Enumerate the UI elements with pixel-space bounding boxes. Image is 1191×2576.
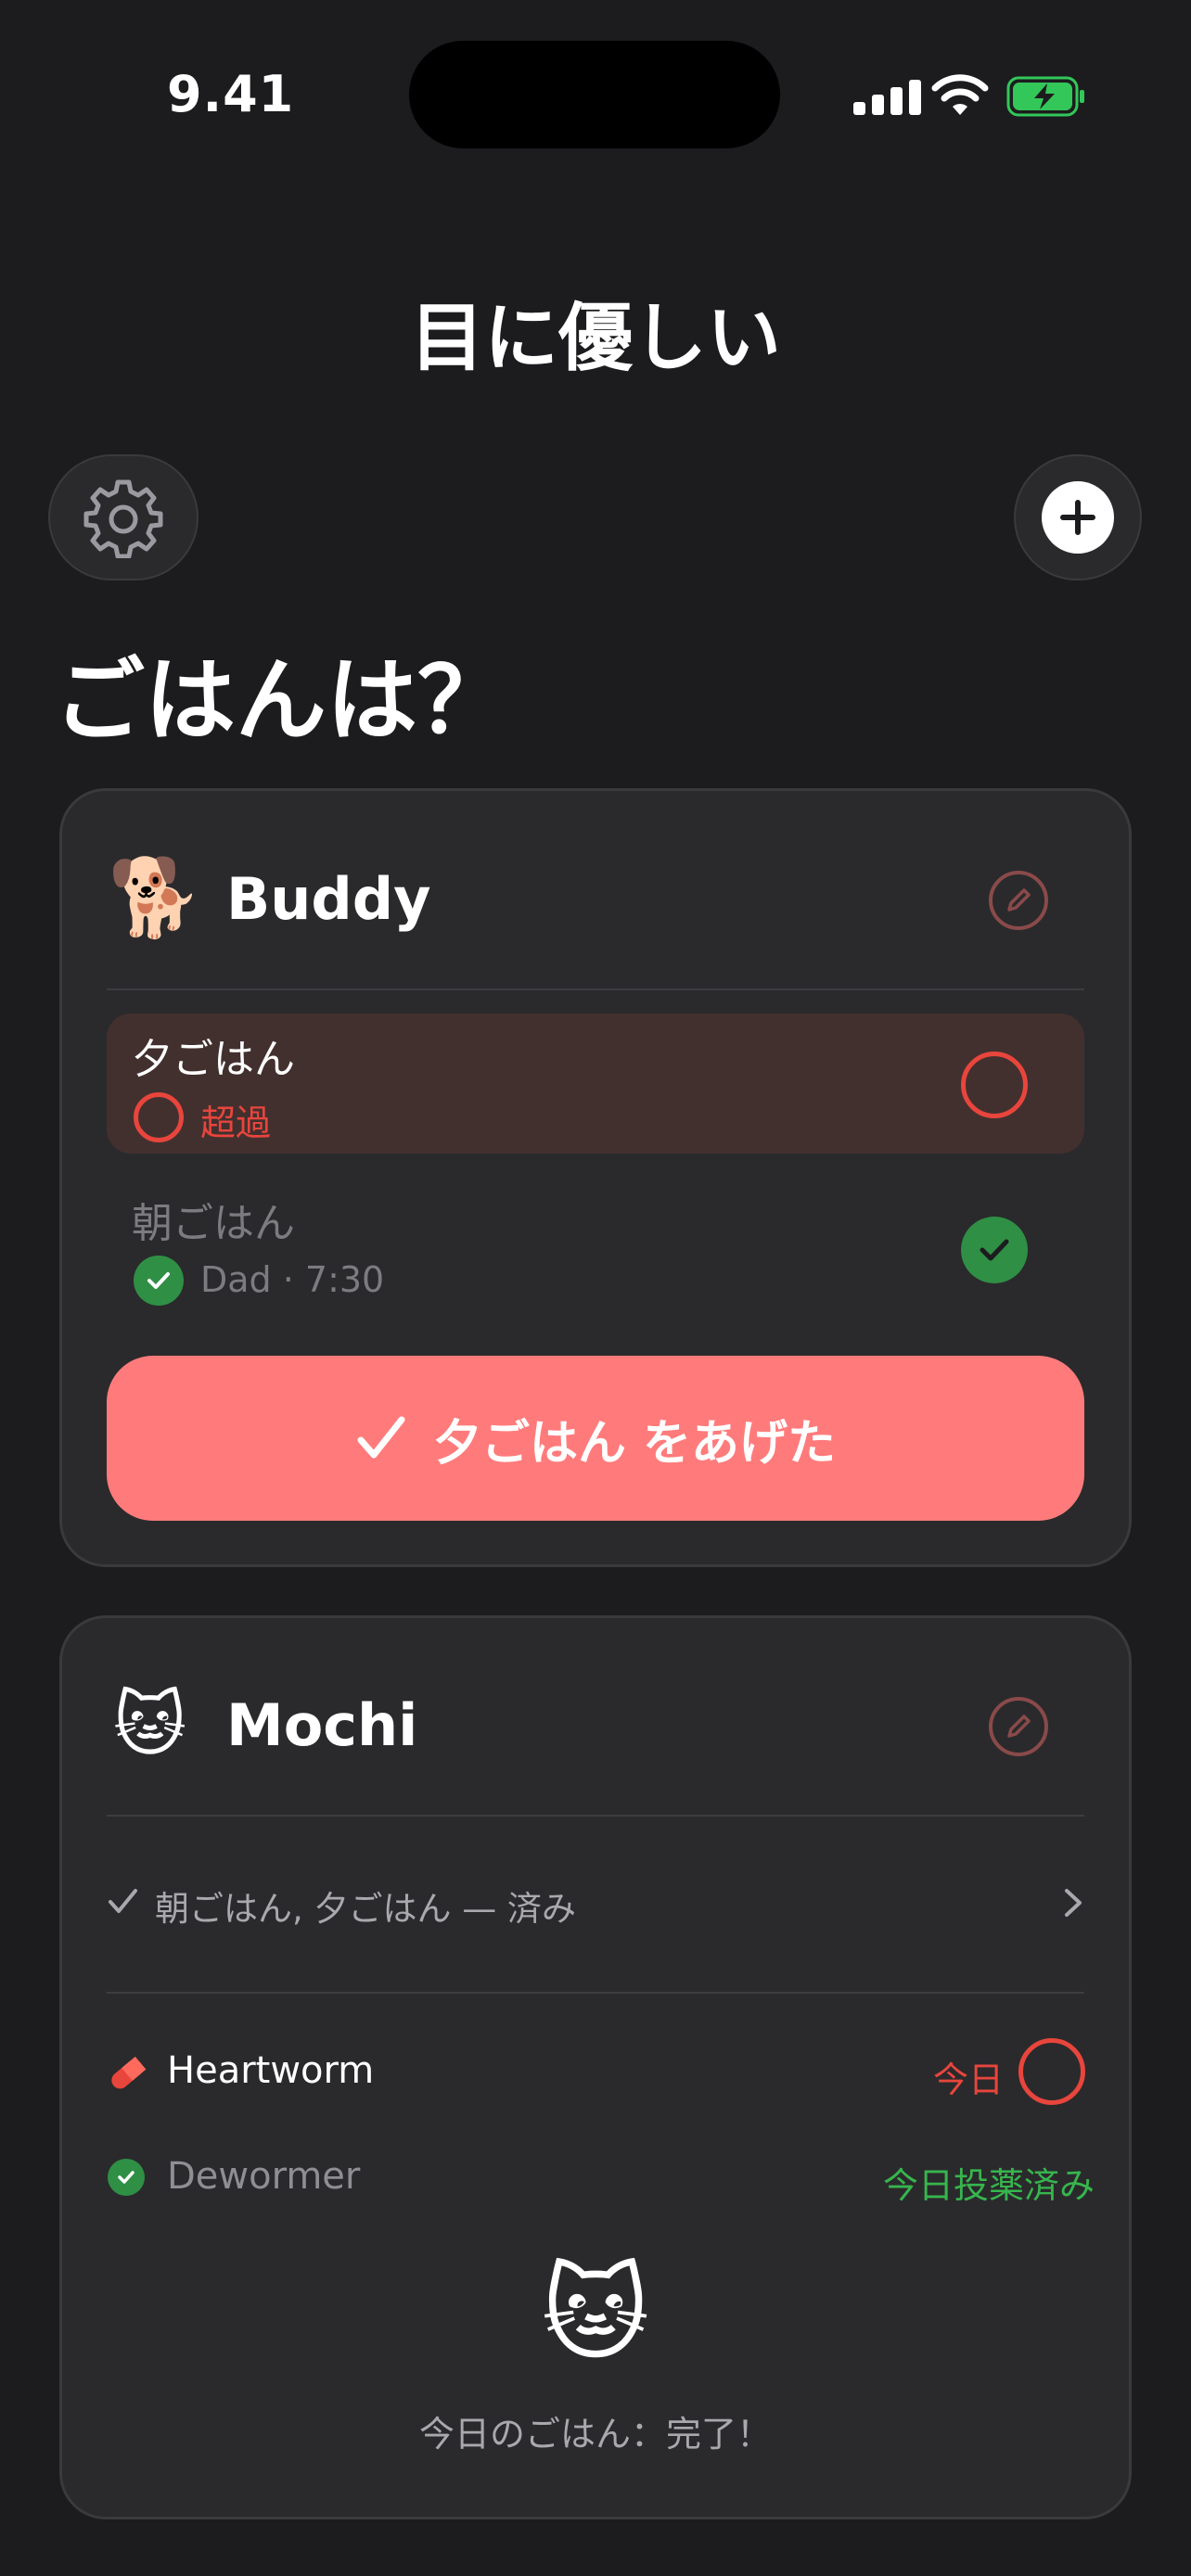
meal-checkbox[interactable] [961, 1052, 1028, 1118]
page-heading: ごはんは？ [54, 648, 509, 754]
medication-checkbox[interactable] [1018, 2038, 1085, 2105]
mark-fed-label: 夕ごはん をあげた [432, 1415, 837, 1472]
edit-pet-button[interactable] [989, 871, 1048, 930]
meal-status: 超過 [200, 1103, 272, 1143]
pencil-icon [1007, 888, 1031, 912]
pencil-icon [1007, 1715, 1031, 1738]
gear-icon [83, 479, 163, 558]
card-divider [107, 1992, 1084, 1994]
cellular-signal-icon [853, 80, 921, 115]
medication-name: Heartworm [167, 2049, 375, 2092]
app-title: 目に優しい [410, 295, 781, 381]
meal-label: 夕ごはん [132, 1036, 295, 1083]
meal-label: 朝ごはん [132, 1200, 295, 1247]
cat-emoji-icon: 🐱 [113, 1683, 187, 1766]
edit-pet-button[interactable] [989, 1697, 1048, 1756]
medication-status: 今日 [933, 2060, 1005, 2100]
overdue-status-icon [134, 1092, 184, 1142]
add-pet-button[interactable] [1014, 454, 1142, 580]
meal-status: Dad · 7:30 [200, 1259, 385, 1300]
status-time: 9.41 [167, 65, 295, 123]
settings-button[interactable] [48, 454, 198, 580]
checkmark-icon [357, 1416, 405, 1459]
medication-status: 今日投薬済み [883, 2165, 1095, 2206]
done-check-icon [134, 1256, 184, 1306]
pill-icon [111, 2056, 147, 2089]
medication-name: Dewormer [167, 2155, 361, 2198]
battery-charging-icon [1006, 76, 1084, 117]
dynamic-island [409, 41, 780, 148]
wifi-icon [931, 74, 989, 115]
card-divider [107, 1815, 1084, 1817]
plus-icon [1042, 481, 1114, 554]
meals-summary-row[interactable]: 朝ごはん, 夕ごはん — 済み [107, 1864, 1084, 1947]
completion-message: 今日のごはん：完了！ [418, 2414, 772, 2455]
dog-emoji-icon: 🐕 [108, 854, 203, 942]
pet-name: Buddy [226, 865, 431, 933]
cat-emoji-icon: 🐱 [541, 2254, 650, 2375]
checkmark-icon [109, 1889, 137, 1913]
pet-name: Mochi [226, 1691, 418, 1759]
meal-checkbox-checked[interactable] [961, 1217, 1028, 1283]
chevron-right-icon [1065, 1889, 1082, 1917]
mark-fed-button[interactable]: 夕ごはん をあげた [107, 1356, 1084, 1521]
meals-summary-text: 朝ごはん, 夕ごはん — 済み [155, 1889, 577, 1929]
card-divider [107, 988, 1084, 990]
done-check-icon [108, 2159, 145, 2196]
